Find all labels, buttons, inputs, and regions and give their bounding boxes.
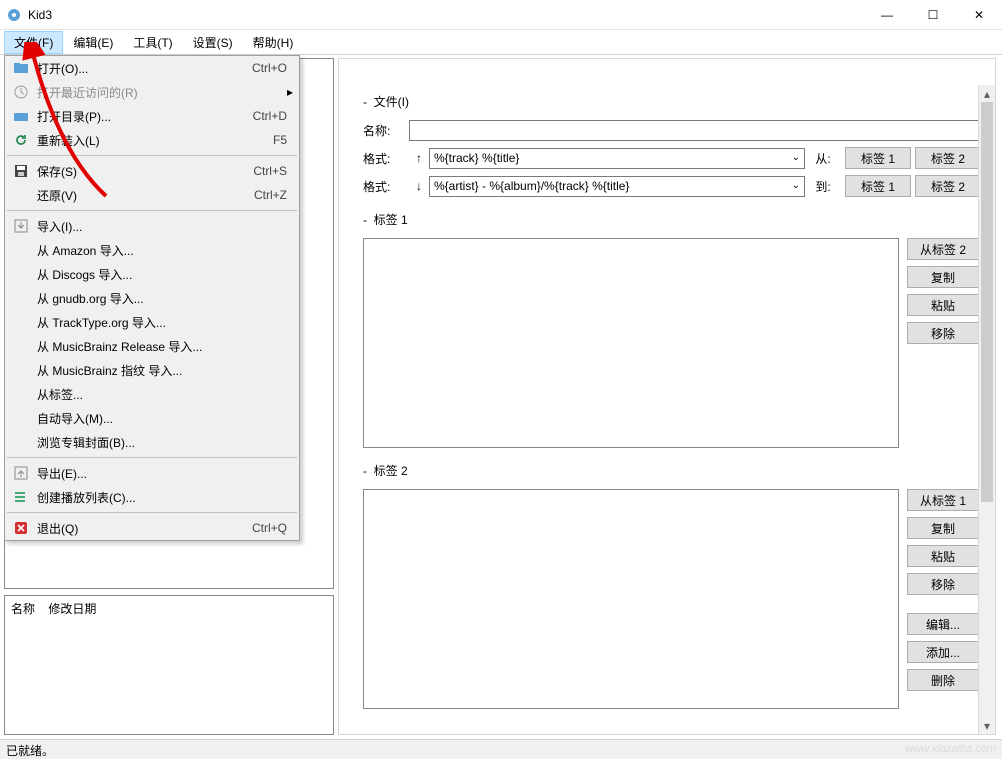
menu-auto-import[interactable]: 自动导入(M)... <box>5 406 299 430</box>
playlist-icon <box>11 489 31 505</box>
chevron-down-icon: ⌄ <box>792 152 800 163</box>
app-icon <box>6 7 22 23</box>
format1-combo[interactable]: %{track} %{title}⌄ <box>429 148 805 169</box>
tag1-copy-button[interactable]: 复制 <box>907 266 979 288</box>
chevron-down-icon: ⌄ <box>792 180 800 191</box>
file-menu-dropdown: 打开(O)...Ctrl+O 打开最近访问的(R)▸ 打开目录(P)...Ctr… <box>4 55 300 541</box>
tag2-box[interactable] <box>363 489 899 709</box>
menu-help[interactable]: 帮助(H) <box>243 31 304 54</box>
tag1-paste-button[interactable]: 粘贴 <box>907 294 979 316</box>
to-label: 到: <box>805 178 841 195</box>
file-section-label[interactable]: - 文件(I) <box>363 93 981 110</box>
menu-create-playlist[interactable]: 创建播放列表(C)... <box>5 485 299 509</box>
up-arrow-icon: ↑ <box>409 151 429 165</box>
tag1-from-tag2-button[interactable]: 从标签 2 <box>907 238 979 260</box>
tag2-from-tag1-button[interactable]: 从标签 1 <box>907 489 979 511</box>
title-bar: Kid3 — ☐ ✕ <box>0 0 1002 30</box>
status-bar: 已就绪。 <box>0 739 1002 759</box>
menu-open-dir[interactable]: 打开目录(P)...Ctrl+D <box>5 104 299 128</box>
scroll-down-icon[interactable]: ▾ <box>979 717 995 734</box>
format2-label: 格式: <box>363 178 409 195</box>
tag2-delete-button[interactable]: 删除 <box>907 669 979 691</box>
export-icon <box>11 465 31 481</box>
scroll-up-icon[interactable]: ▴ <box>979 85 995 102</box>
vertical-scrollbar[interactable]: ▴ ▾ <box>978 85 995 734</box>
menu-import-gnudb[interactable]: 从 gnudb.org 导入... <box>5 286 299 310</box>
menu-edit[interactable]: 编辑(E) <box>63 31 123 54</box>
menu-quit[interactable]: 退出(Q)Ctrl+Q <box>5 516 299 540</box>
close-button[interactable]: ✕ <box>956 0 1002 30</box>
import-icon <box>11 218 31 234</box>
minimize-button[interactable]: — <box>864 0 910 30</box>
menu-import[interactable]: 导入(I)... <box>5 214 299 238</box>
window-title: Kid3 <box>28 8 864 22</box>
menu-import-mb-fp[interactable]: 从 MusicBrainz 指纹 导入... <box>5 358 299 382</box>
clock-icon <box>11 84 31 100</box>
tag2-paste-button[interactable]: 粘贴 <box>907 545 979 567</box>
save-icon <box>11 163 31 179</box>
tag2-copy-button[interactable]: 复制 <box>907 517 979 539</box>
menu-import-amazon[interactable]: 从 Amazon 导入... <box>5 238 299 262</box>
scrollbar-thumb[interactable] <box>981 102 993 502</box>
tag1-remove-button[interactable]: 移除 <box>907 322 979 344</box>
format1-label: 格式: <box>363 150 409 167</box>
menu-open-recent[interactable]: 打开最近访问的(R)▸ <box>5 80 299 104</box>
to-tag1-button[interactable]: 标签 1 <box>845 175 911 197</box>
menu-bar: 文件(F) 编辑(E) 工具(T) 设置(S) 帮助(H) <box>0 30 1002 55</box>
format2-combo[interactable]: %{artist} - %{album}/%{track} %{title}⌄ <box>429 176 805 197</box>
chevron-right-icon: ▸ <box>287 85 293 99</box>
menu-file[interactable]: 文件(F) <box>4 31 63 54</box>
menu-tools[interactable]: 工具(T) <box>123 31 182 54</box>
maximize-button[interactable]: ☐ <box>910 0 956 30</box>
status-text: 已就绪。 <box>6 744 54 758</box>
menu-restore[interactable]: 还原(V)Ctrl+Z <box>5 183 299 207</box>
to-tag2-button[interactable]: 标签 2 <box>915 175 981 197</box>
main-panel: - 文件(I) 名称: 格式: ↑ %{track} %{title}⌄ 从: … <box>338 58 996 735</box>
tag1-box[interactable] <box>363 238 899 448</box>
tag2-edit-button[interactable]: 编辑... <box>907 613 979 635</box>
menu-import-tracktype[interactable]: 从 TrackType.org 导入... <box>5 310 299 334</box>
from-tag2-button[interactable]: 标签 2 <box>915 147 981 169</box>
menu-import-mb-release[interactable]: 从 MusicBrainz Release 导入... <box>5 334 299 358</box>
menu-browse-cover[interactable]: 浏览专辑封面(B)... <box>5 430 299 454</box>
down-arrow-icon: ↓ <box>409 179 429 193</box>
menu-open[interactable]: 打开(O)...Ctrl+O <box>5 56 299 80</box>
menu-save[interactable]: 保存(S)Ctrl+S <box>5 159 299 183</box>
tag2-add-button[interactable]: 添加... <box>907 641 979 663</box>
menu-export[interactable]: 导出(E)... <box>5 461 299 485</box>
name-label: 名称: <box>363 122 409 139</box>
col-name: 名称 <box>11 602 35 616</box>
from-label: 从: <box>805 150 841 167</box>
menu-reload[interactable]: 重新装入(L)F5 <box>5 128 299 152</box>
name-input[interactable] <box>409 120 981 141</box>
reload-icon <box>11 132 31 148</box>
from-tag1-button[interactable]: 标签 1 <box>845 147 911 169</box>
menu-settings[interactable]: 设置(S) <box>183 31 243 54</box>
col-date: 修改日期 <box>48 602 96 616</box>
quit-icon <box>11 520 31 536</box>
file-meta-panel: 名称 修改日期 <box>4 595 334 735</box>
menu-import-tags[interactable]: 从标签... <box>5 382 299 406</box>
tag1-section-label[interactable]: - 标签 1 <box>363 211 981 228</box>
tag2-section-label[interactable]: - 标签 2 <box>363 462 981 479</box>
menu-import-discogs[interactable]: 从 Discogs 导入... <box>5 262 299 286</box>
tag2-remove-button[interactable]: 移除 <box>907 573 979 595</box>
folder-open-icon <box>11 60 31 76</box>
folder-icon <box>11 108 31 124</box>
